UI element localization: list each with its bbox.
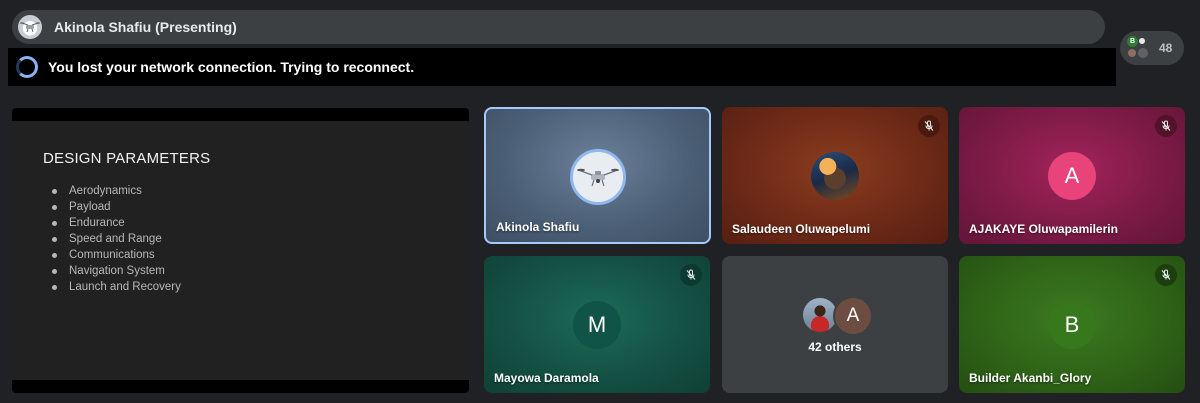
avatar: A — [1048, 152, 1096, 200]
participants-button[interactable]: B 48 — [1120, 31, 1184, 65]
mini-avatar — [1138, 48, 1148, 58]
avatar — [811, 152, 859, 200]
drone-icon — [18, 15, 42, 39]
slide-bullet: Communications — [52, 247, 181, 263]
network-lost-message: You lost your network connection. Trying… — [48, 59, 415, 75]
mini-avatar — [1139, 38, 1145, 44]
participant-tile-salaudeen[interactable]: Salaudeen Oluwapelumi — [722, 107, 948, 244]
mic-off-icon — [918, 115, 940, 137]
avatar — [569, 149, 626, 205]
slide-bullet: Endurance — [52, 215, 181, 231]
presenting-label: Akinola Shafiu (Presenting) — [54, 19, 237, 35]
mic-off-icon — [1155, 115, 1177, 137]
participant-name: Akinola Shafiu — [496, 220, 580, 234]
drone-icon — [576, 168, 619, 187]
slide-bullet: Navigation System — [52, 263, 181, 279]
avatar: M — [573, 301, 621, 349]
participant-count: 48 — [1159, 41, 1173, 55]
slide-content: DESIGN PARAMETERS Aerodynamics Payload E… — [12, 121, 469, 380]
participant-tile-akinola[interactable]: Akinola Shafiu — [484, 107, 711, 244]
slide-title: DESIGN PARAMETERS — [43, 150, 211, 167]
network-lost-banner: You lost your network connection. Trying… — [8, 48, 1116, 86]
slide-bullet-list: Aerodynamics Payload Endurance Speed and… — [52, 183, 181, 295]
participant-name: AJAKAYE Oluwapamilerin — [969, 222, 1118, 236]
participant-name: Builder Akanbi_Glory — [969, 371, 1092, 385]
meet-window: Akinola Shafiu (Presenting) You lost you… — [0, 0, 1200, 403]
presenting-bar[interactable]: Akinola Shafiu (Presenting) — [12, 10, 1105, 44]
slide-bullet: Payload — [52, 199, 181, 215]
avatar: A — [833, 296, 873, 336]
spinner-icon — [16, 56, 38, 78]
slide-bullet: Aerodynamics — [52, 183, 181, 199]
participant-tile-builder[interactable]: B Builder Akanbi_Glory — [959, 256, 1185, 393]
mini-avatar — [1128, 49, 1136, 57]
participant-tile-ajakaye[interactable]: A AJAKAYE Oluwapamilerin — [959, 107, 1185, 244]
others-count-label: 42 others — [808, 340, 862, 354]
participant-name: Mayowa Daramola — [494, 371, 599, 385]
others-avatar-stack: A — [801, 296, 875, 336]
mic-off-icon — [680, 264, 702, 286]
participant-mini-avatars: B — [1127, 36, 1151, 60]
presentation-slide: DESIGN PARAMETERS Aerodynamics Payload E… — [12, 108, 469, 393]
participant-tile-mayowa[interactable]: M Mayowa Daramola — [484, 256, 710, 393]
slide-bullet: Launch and Recovery — [52, 279, 181, 295]
avatar: B — [1048, 301, 1096, 349]
participant-name: Salaudeen Oluwapelumi — [732, 222, 871, 236]
mic-off-icon — [1155, 264, 1177, 286]
mini-avatar: B — [1127, 36, 1138, 47]
slide-bullet: Speed and Range — [52, 231, 181, 247]
participant-tile-others[interactable]: A 42 others — [722, 256, 948, 393]
